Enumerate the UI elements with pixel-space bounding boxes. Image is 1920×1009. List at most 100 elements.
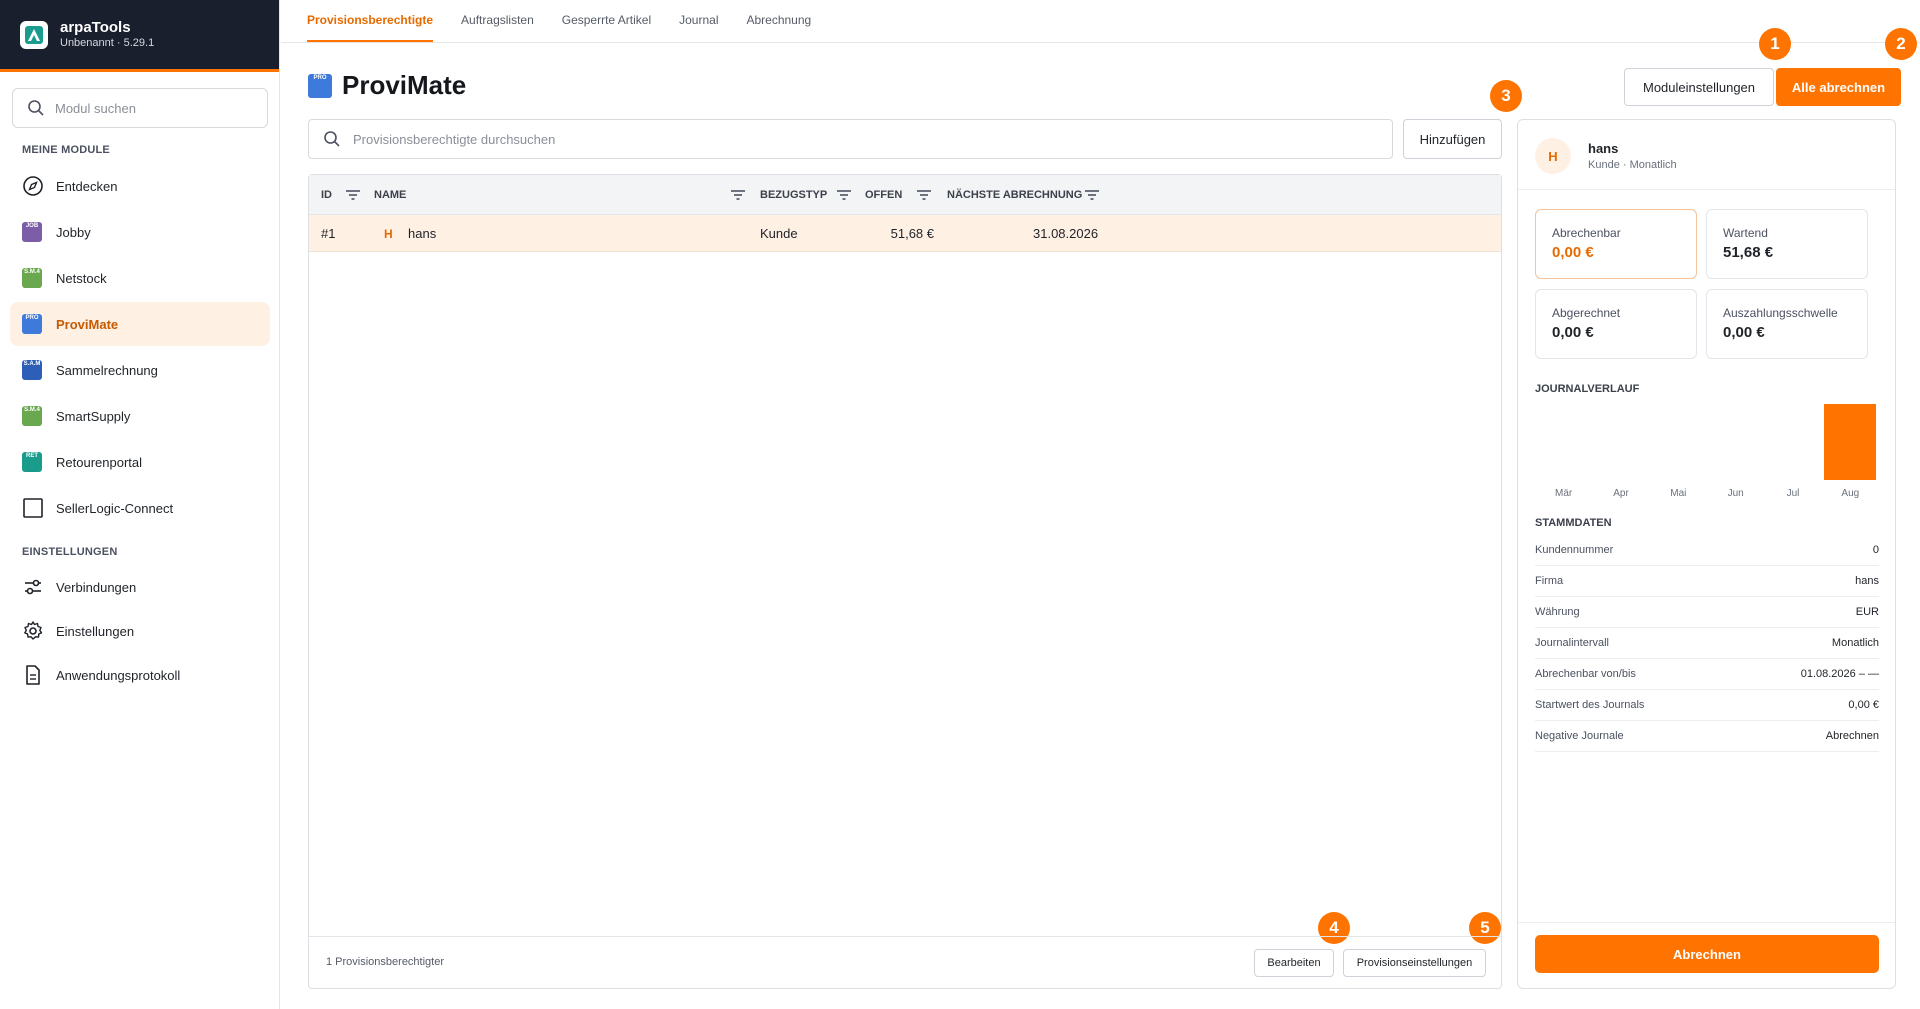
column-header-offen[interactable]: OFFEN bbox=[865, 175, 902, 215]
master-data-row: Währung EUR bbox=[1535, 597, 1879, 628]
table-header: ID NAME BEZUGSTYP OFFEN NÄCHSTE ABRECHNU… bbox=[309, 175, 1501, 215]
chart-x-tick-label: Jul bbox=[1786, 488, 1800, 499]
sidebar-item-anwendungsprotokoll[interactable]: Anwendungsprotokoll bbox=[10, 653, 270, 697]
sidebar-item-label: SellerLogic-Connect bbox=[56, 500, 174, 516]
sidebar-item-sellerlogic-connect[interactable]: SellerLogic-Connect bbox=[10, 486, 270, 530]
stat-value: 0,00 € bbox=[1552, 324, 1594, 341]
master-data-row: Kundennummer 0 bbox=[1535, 535, 1879, 566]
journal-chart: Mär Apr Mai Jun Jul Aug bbox=[1535, 400, 1879, 500]
journal-section-title: JOURNALVERLAUF bbox=[1535, 383, 1640, 395]
table-footer: 1 Provisionsberechtigter Bearbeiten Prov… bbox=[309, 936, 1501, 988]
netstock-module-icon: S.M.4 bbox=[22, 268, 42, 288]
beneficiary-search-input[interactable]: Provisionsberechtigte durchsuchen bbox=[308, 119, 1393, 159]
smartsupply-module-icon: S.M.4 bbox=[22, 406, 42, 426]
master-data-value: Abrechnen bbox=[1825, 730, 1879, 742]
stat-card-abrechenbar[interactable]: Abrechenbar 0,00 € bbox=[1535, 209, 1697, 279]
provimate-module-icon: PRO bbox=[308, 73, 332, 98]
sidebar-item-provimate[interactable]: PRO ProviMate bbox=[10, 302, 270, 346]
add-button[interactable]: Hinzufügen bbox=[1403, 119, 1502, 159]
master-data-value: Monatlich bbox=[1831, 637, 1879, 649]
stat-label: Abrechenbar bbox=[1552, 226, 1621, 240]
stat-card-auszahlungsschwelle[interactable]: Auszahlungsschwelle 0,00 € bbox=[1706, 289, 1868, 359]
beneficiaries-table: ID NAME BEZUGSTYP OFFEN NÄCHSTE ABRECHNU… bbox=[308, 174, 1502, 989]
column-header-id[interactable]: ID bbox=[321, 175, 332, 215]
sidebar-item-einstellungen[interactable]: Einstellungen bbox=[10, 609, 270, 653]
filter-icon[interactable] bbox=[344, 187, 362, 203]
sidebar-item-label: Anwendungsprotokoll bbox=[56, 667, 181, 683]
row-count: 1 Provisionsberechtigter bbox=[326, 956, 445, 968]
column-header-bezugstyp[interactable]: BEZUGSTYP bbox=[760, 175, 827, 215]
tab-gesperrte-artikel[interactable]: Gesperrte Artikel bbox=[562, 13, 651, 42]
cell-id: #1 bbox=[321, 226, 336, 241]
callout-badge-3: 3 bbox=[1490, 80, 1522, 112]
callout-badge-1: 1 bbox=[1759, 28, 1791, 60]
avatar: H bbox=[1535, 138, 1571, 174]
sammelrechnung-module-icon: S.A.M bbox=[22, 360, 42, 380]
stat-label: Auszahlungsschwelle bbox=[1723, 306, 1838, 320]
commission-settings-button[interactable]: Provisionseinstellungen bbox=[1343, 949, 1486, 977]
master-data-key: Negative Journale bbox=[1535, 730, 1624, 742]
master-data-value: 01.08.2026 – — bbox=[1800, 668, 1879, 680]
cell-offen: 51,68 € bbox=[890, 226, 934, 241]
sidebar-item-netstock[interactable]: S.M.4 Netstock bbox=[10, 256, 270, 300]
filter-icon[interactable] bbox=[1083, 187, 1101, 203]
sidebar-item-entdecken[interactable]: Entdecken bbox=[10, 164, 270, 208]
master-data-value: 0,00 € bbox=[1848, 699, 1879, 711]
stat-value: 0,00 € bbox=[1723, 324, 1765, 341]
stat-label: Wartend bbox=[1723, 226, 1768, 240]
cell-bezugstyp: Kunde bbox=[760, 226, 798, 241]
cell-name: hans bbox=[408, 226, 437, 241]
callout-badge-2: 2 bbox=[1885, 28, 1917, 60]
sidebar-item-verbindungen[interactable]: Verbindungen bbox=[10, 565, 270, 609]
master-data-section-title: STAMMDATEN bbox=[1535, 517, 1612, 529]
beneficiary-search-placeholder: Provisionsberechtigte durchsuchen bbox=[353, 131, 556, 147]
bill-button[interactable]: Abrechnen bbox=[1535, 935, 1879, 973]
row-avatar: H bbox=[384, 226, 393, 241]
chart-x-tick-label: Mär bbox=[1555, 488, 1573, 499]
master-data-key: Währung bbox=[1535, 606, 1580, 618]
module-search-placeholder: Modul suchen bbox=[55, 100, 136, 116]
module-settings-button[interactable]: Moduleinstellungen bbox=[1624, 68, 1774, 106]
sidebar-item-jobby[interactable]: JOB Jobby bbox=[10, 210, 270, 254]
stat-card-wartend[interactable]: Wartend 51,68 € bbox=[1706, 209, 1868, 279]
app-brand: arpaTools Unbenannt · 5.29.1 bbox=[0, 0, 279, 72]
master-data-row: Journalintervall Monatlich bbox=[1535, 628, 1879, 659]
sidebar-item-smartsupply[interactable]: S.M.4 SmartSupply bbox=[10, 394, 270, 438]
sellerlogic-icon bbox=[22, 497, 44, 519]
module-search-input[interactable]: Modul suchen bbox=[12, 88, 268, 128]
detail-subtitle: Kunde · Monatlich bbox=[1588, 159, 1677, 171]
master-data-key: Abrechenbar von/bis bbox=[1535, 668, 1636, 680]
app-name: arpaTools bbox=[60, 18, 131, 36]
filter-icon[interactable] bbox=[915, 187, 933, 203]
tab-provisionsberechtigte[interactable]: Provisionsberechtigte bbox=[307, 13, 434, 42]
jobby-module-icon: JOB bbox=[22, 222, 42, 242]
stat-card-abgerechnet[interactable]: Abgerechnet 0,00 € bbox=[1535, 289, 1697, 359]
column-header-name[interactable]: NAME bbox=[374, 175, 406, 215]
sidebar-item-label: Netstock bbox=[56, 270, 107, 286]
table-row[interactable]: #1 H hans Kunde 51,68 € 31.08.2026 bbox=[309, 215, 1501, 252]
filter-icon[interactable] bbox=[835, 187, 853, 203]
bill-all-button[interactable]: Alle abrechnen bbox=[1776, 68, 1901, 106]
master-data-key: Kundennummer bbox=[1535, 544, 1614, 556]
column-header-naechste-abrechnung[interactable]: NÄCHSTE ABRECHNUNG bbox=[947, 175, 1082, 215]
sidebar: arpaTools Unbenannt · 5.29.1 Modul suche… bbox=[0, 0, 280, 1009]
sidebar-item-label: ProviMate bbox=[56, 316, 119, 332]
connections-icon bbox=[22, 576, 44, 598]
sidebar-item-retourenportal[interactable]: RET Retourenportal bbox=[10, 440, 270, 484]
section-label-modules: MEINE MODULE bbox=[22, 144, 110, 156]
sidebar-item-sammelrechnung[interactable]: S.A.M Sammelrechnung bbox=[10, 348, 270, 392]
tab-auftragslisten[interactable]: Auftragslisten bbox=[461, 13, 534, 42]
tab-journal[interactable]: Journal bbox=[679, 13, 718, 42]
tab-abrechnung[interactable]: Abrechnung bbox=[746, 13, 811, 42]
chart-bar bbox=[1824, 404, 1877, 480]
document-icon bbox=[22, 664, 44, 686]
master-data-row: Abrechenbar von/bis 01.08.2026 – — bbox=[1535, 659, 1879, 690]
edit-button[interactable]: Bearbeiten bbox=[1254, 949, 1334, 977]
sidebar-item-label: Einstellungen bbox=[56, 623, 135, 639]
page-title: ProviMate bbox=[342, 70, 467, 100]
section-label-settings: EINSTELLUNGEN bbox=[22, 546, 118, 558]
filter-icon[interactable] bbox=[729, 187, 747, 203]
search-icon bbox=[28, 100, 44, 116]
master-data-key: Journalintervall bbox=[1535, 637, 1609, 649]
detail-name: hans bbox=[1588, 141, 1619, 156]
